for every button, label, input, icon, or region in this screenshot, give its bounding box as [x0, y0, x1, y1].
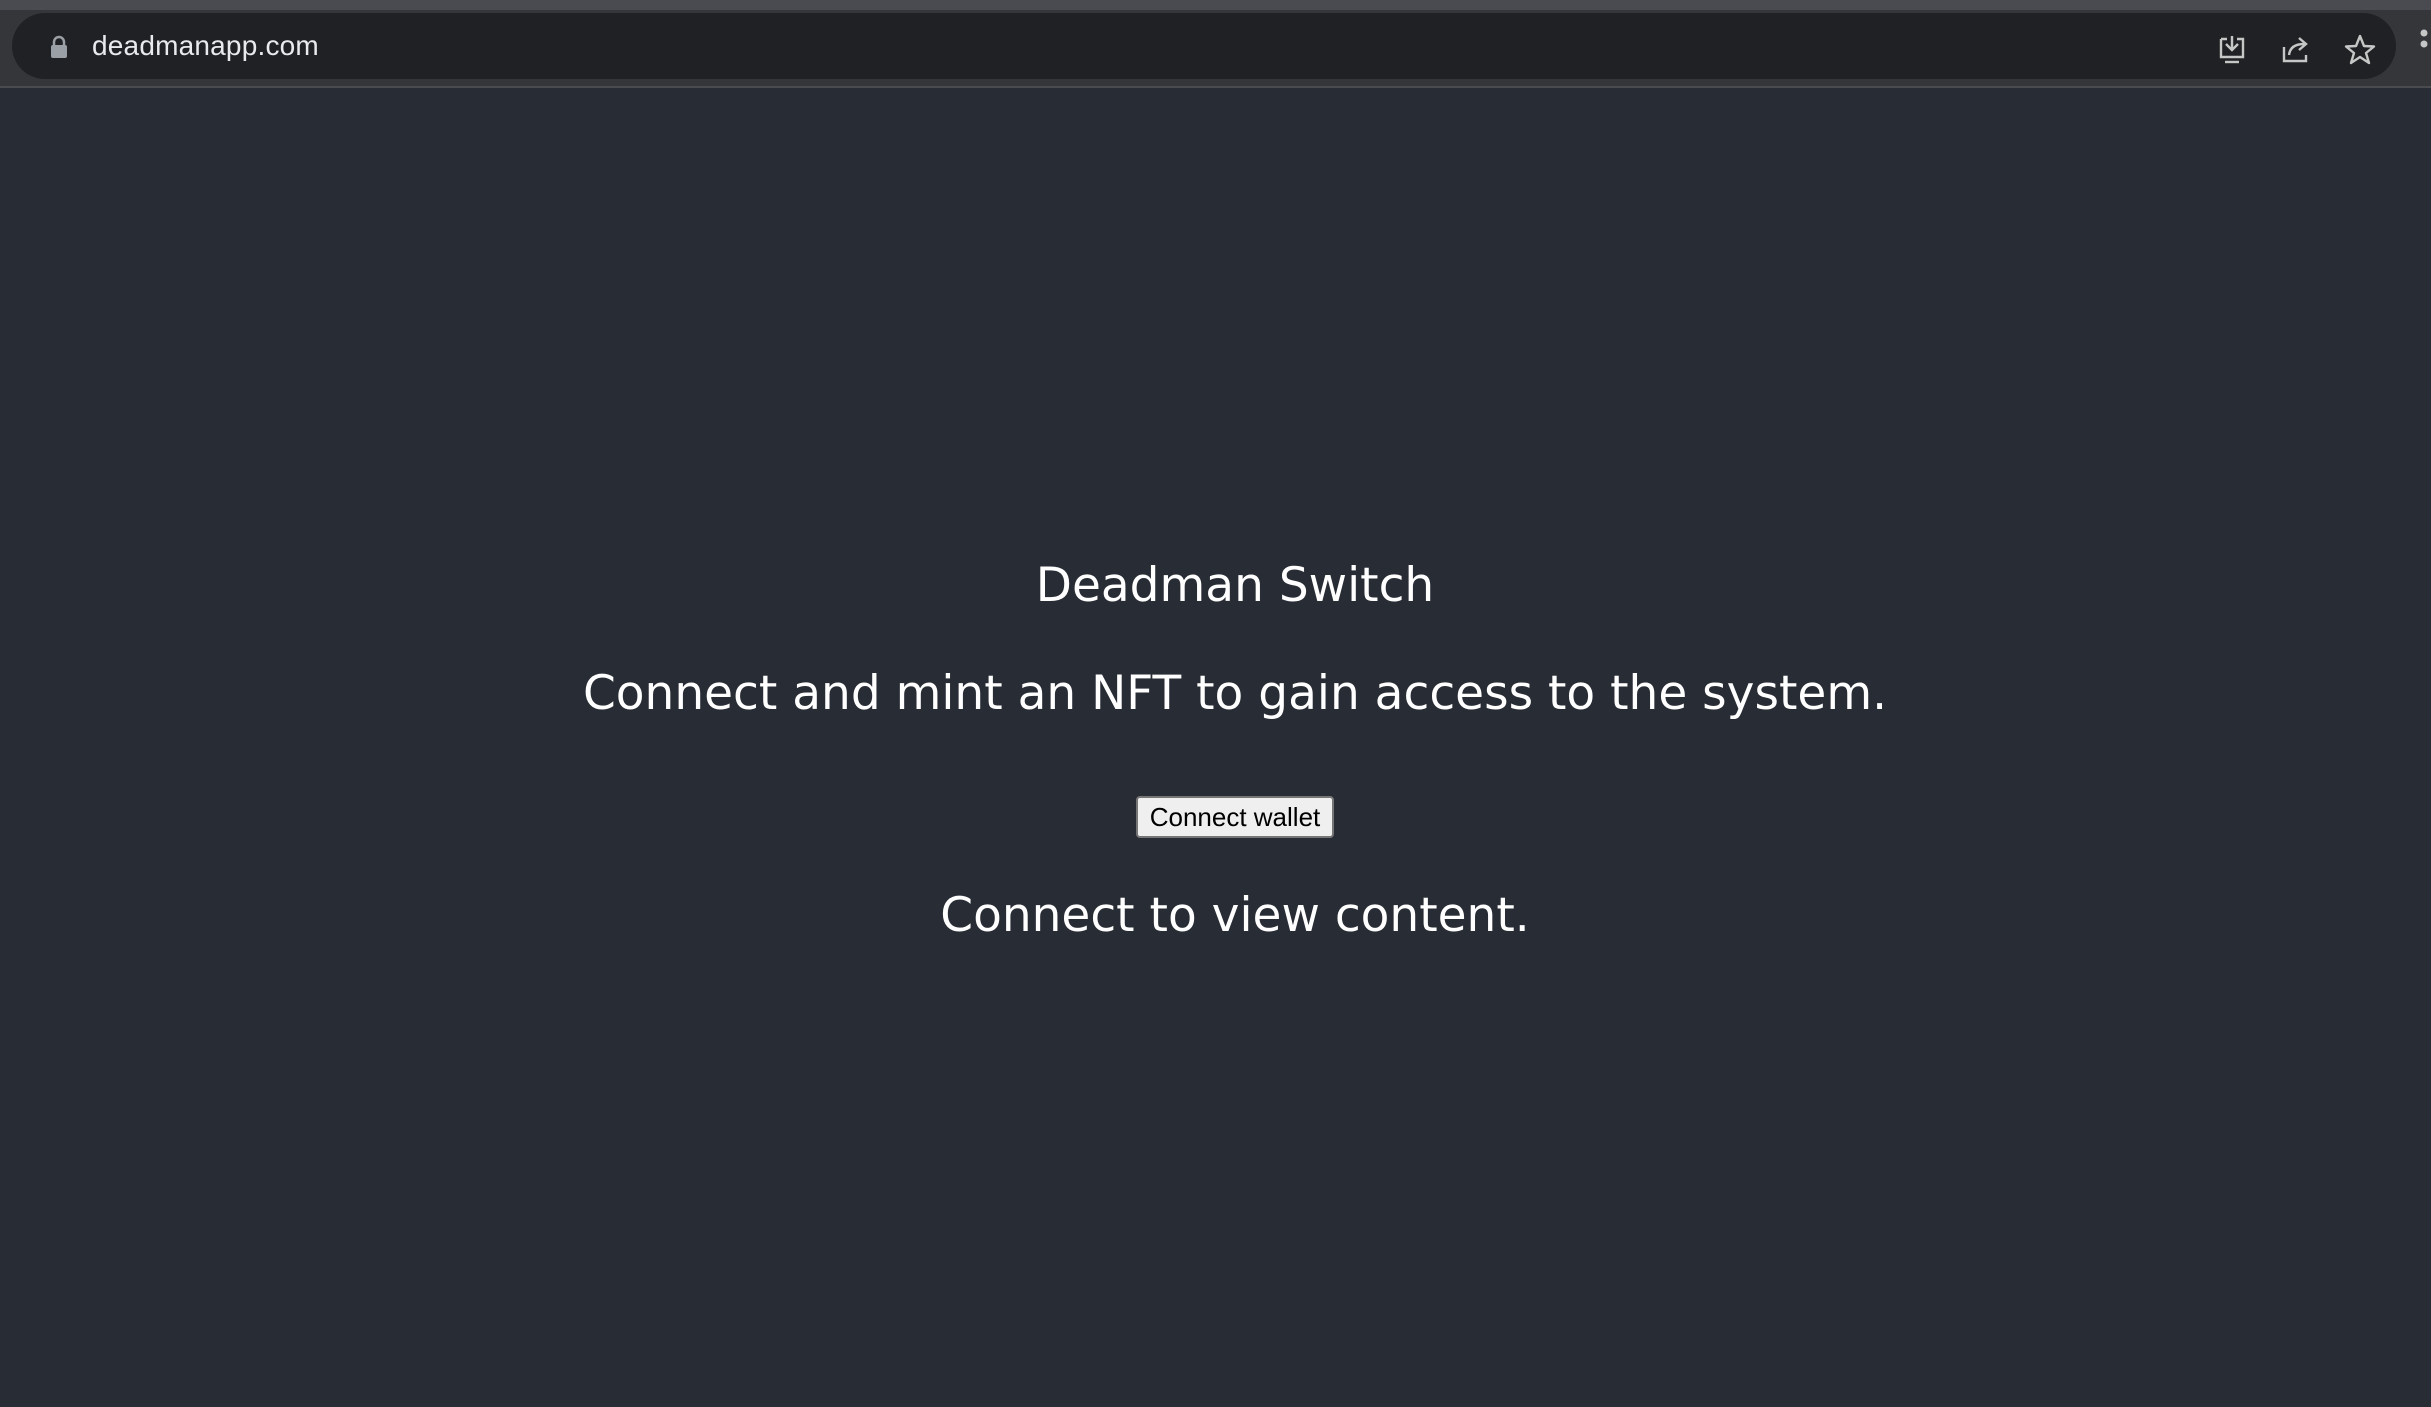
- page-content: Deadman Switch Connect and mint an NFT t…: [0, 88, 2431, 1407]
- lock-icon[interactable]: [48, 35, 70, 59]
- browser-toolbar: deadmanapp.com: [0, 0, 2431, 88]
- share-icon[interactable]: [2279, 33, 2313, 67]
- button-container: Connect wallet: [0, 796, 2431, 838]
- page-subtitle: Connect and mint an NFT to gain access t…: [582, 666, 1888, 721]
- install-icon[interactable]: [2215, 33, 2249, 67]
- status-text: Connect to view content.: [940, 888, 1530, 943]
- tab-strip: [0, 0, 2431, 10]
- menu-icon[interactable]: [2420, 28, 2428, 60]
- url-text[interactable]: deadmanapp.com: [92, 13, 319, 79]
- address-bar[interactable]: deadmanapp.com: [12, 13, 2396, 79]
- connect-wallet-button[interactable]: Connect wallet: [1135, 796, 1335, 838]
- page-title: Deadman Switch: [1035, 558, 1435, 613]
- bookmark-star-icon[interactable]: [2343, 33, 2377, 67]
